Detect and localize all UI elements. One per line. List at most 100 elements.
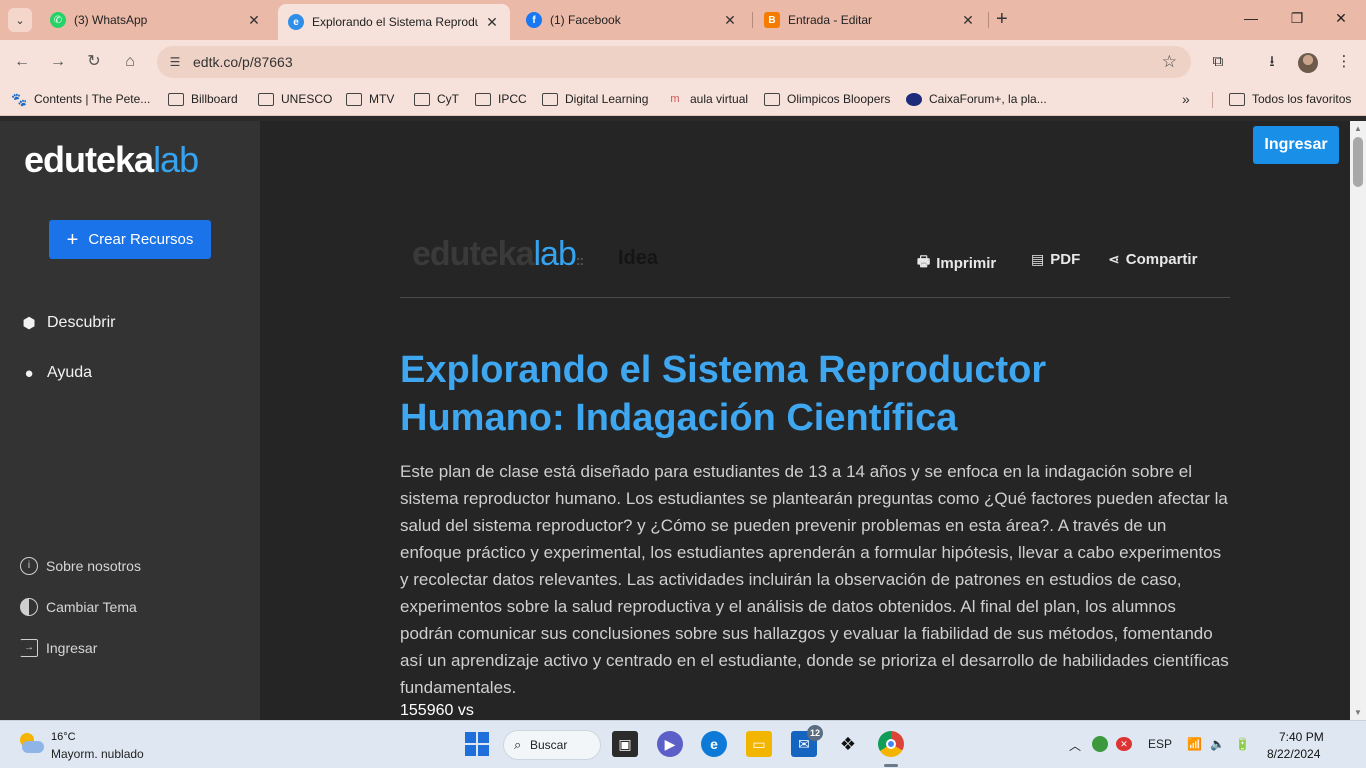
bookmark-item[interactable]: CaixaForum+, la pla... — [906, 92, 1047, 106]
scrollbar-thumb[interactable] — [1353, 137, 1363, 187]
tray-overflow-icon[interactable]: ︿ — [1069, 737, 1081, 754]
close-tab-icon[interactable]: ✕ — [722, 12, 738, 29]
bookmarks-overflow-icon[interactable]: » — [1182, 91, 1190, 107]
battery-icon[interactable]: 🔋 — [1235, 737, 1250, 751]
address-bar[interactable]: ☰ edtk.co/p/87663 ☆ — [157, 46, 1191, 78]
login-button[interactable]: Ingresar — [1253, 126, 1339, 164]
section-label: Idea — [618, 247, 659, 269]
tab-title: Explorando el Sistema Reproductor — [312, 15, 478, 29]
bookmark-label: Todos los favoritos — [1252, 92, 1352, 106]
close-window-button[interactable]: ✕ — [1331, 10, 1351, 27]
forward-button[interactable]: → — [48, 52, 68, 72]
bookmark-folder[interactable]: IPCC — [475, 92, 527, 106]
blogger-icon: B — [764, 12, 780, 28]
bookmark-label: IPCC — [498, 92, 527, 106]
sidebar-item-label: Sobre nosotros — [46, 558, 141, 574]
sidebar-item-cambiar-tema[interactable]: Cambiar Tema — [20, 598, 137, 616]
action-label: Imprimir — [936, 254, 997, 272]
sidebar-item-ayuda[interactable]: ● Ayuda — [20, 364, 92, 382]
search-label: Buscar — [530, 738, 568, 752]
bookmark-folder[interactable]: Billboard — [168, 92, 238, 106]
windows-taskbar: 16°C Mayorm. nublado ⌕ Buscar ▣ ▶ e ▭ ✉ 1… — [0, 720, 1366, 768]
bookmark-star-icon[interactable]: ☆ — [1162, 52, 1177, 72]
share-button[interactable]: ⋖ Compartir — [1108, 251, 1197, 268]
sidebar-item-label: Ingresar — [46, 640, 98, 656]
close-tab-icon[interactable]: ✕ — [484, 14, 500, 31]
scroll-down-arrow-icon[interactable]: ▼ — [1354, 708, 1362, 717]
tray-app-icon[interactable] — [1092, 736, 1108, 752]
lightbulb-icon: ● — [24, 364, 34, 382]
browser-tab-bar: ⌄ ✆ (3) WhatsApp ✕ e Explorando el Siste… — [0, 0, 1366, 40]
bookmark-folder[interactable]: Digital Learning — [542, 92, 648, 106]
bookmarks-separator — [1212, 92, 1213, 108]
new-tab-button[interactable]: + — [996, 9, 1008, 29]
bookmark-item[interactable]: m aula virtual — [667, 92, 748, 106]
scroll-up-arrow-icon[interactable]: ▲ — [1354, 124, 1362, 133]
edge-browser-icon[interactable]: e — [701, 731, 727, 757]
taskbar-search-button[interactable]: ⌕ Buscar — [503, 730, 601, 760]
url-text[interactable]: edtk.co/p/87663 — [193, 54, 293, 70]
tab-facebook[interactable]: f (1) Facebook ✕ — [516, 6, 748, 34]
downloads-icon[interactable]: ⭳ — [1262, 52, 1282, 72]
site-info-icon[interactable]: ☰ — [167, 54, 183, 70]
weather-description[interactable]: Mayorm. nublado — [51, 747, 144, 761]
profile-avatar[interactable] — [1298, 53, 1318, 73]
weather-cloudy-icon[interactable] — [18, 733, 44, 755]
windows-start-icon[interactable] — [464, 731, 490, 757]
logo-text-eduteka: eduteka — [412, 235, 534, 273]
bookmark-folder[interactable]: UNESCO — [258, 92, 332, 106]
clock-date[interactable]: 8/22/2024 — [1267, 747, 1320, 761]
bookmark-label: UNESCO — [281, 92, 333, 106]
page-scrollbar[interactable]: ▲ ▼ — [1350, 121, 1366, 720]
pdf-button[interactable]: ▤ PDF — [1031, 251, 1080, 268]
close-tab-icon[interactable]: ✕ — [246, 12, 262, 29]
sidebar-item-descubrir[interactable]: ⬢ Descubrir — [20, 314, 115, 332]
folder-icon — [346, 92, 362, 106]
bookmark-item[interactable]: 🐾 Contents | The Pete... — [11, 92, 150, 106]
minimize-button[interactable]: — — [1241, 10, 1261, 26]
wifi-icon[interactable]: 📶 — [1187, 737, 1202, 751]
home-button[interactable]: ⌂ — [120, 52, 140, 72]
clock-time[interactable]: 7:40 PM — [1279, 730, 1324, 744]
bookmark-label: Digital Learning — [565, 92, 649, 106]
bookmark-folder[interactable]: Olimpicos Bloopers — [764, 92, 890, 106]
edutekalab-idea-logo: edutekalab:: — [412, 235, 584, 274]
all-bookmarks-folder[interactable]: Todos los favoritos — [1229, 92, 1351, 106]
edutekalab-logo[interactable]: edutekalab — [24, 139, 199, 181]
teams-chat-icon[interactable]: ▶ — [657, 731, 683, 757]
print-button[interactable]: 🖶 Imprimir — [917, 251, 996, 275]
back-button[interactable]: ← — [12, 52, 32, 72]
page-title: Explorando el Sistema Reproductor Humano… — [400, 349, 1047, 439]
content-header: edutekalab:: Idea 🖶 Imprimir ▤ PDF ⋖ Com… — [400, 231, 1230, 298]
extensions-icon[interactable]: ⧉ — [1208, 52, 1228, 72]
mail-badge: 12 — [806, 725, 823, 741]
tab-blogger[interactable]: B Entrada - Editar ✕ — [754, 6, 986, 34]
mail-icon[interactable]: ✉ 12 — [791, 725, 823, 757]
action-label: PDF — [1050, 251, 1081, 268]
weather-temperature[interactable]: 16°C — [51, 731, 76, 743]
tab-whatsapp[interactable]: ✆ (3) WhatsApp ✕ — [40, 6, 272, 34]
tab-title: Entrada - Editar — [788, 13, 873, 27]
sidebar-item-ingresar[interactable]: → Ingresar — [20, 639, 97, 657]
bookmark-folder[interactable]: MTV — [346, 92, 394, 106]
dropbox-icon[interactable]: ❖ — [835, 731, 861, 757]
bookmark-label: Olimpicos Bloopers — [787, 92, 891, 106]
close-tab-icon[interactable]: ✕ — [960, 12, 976, 29]
tab-search-button[interactable]: ⌄ — [8, 8, 32, 32]
file-explorer-icon[interactable]: ▭ — [746, 731, 772, 757]
chrome-browser-icon[interactable] — [878, 731, 904, 757]
tab-explorando[interactable]: e Explorando el Sistema Reproductor ✕ — [278, 4, 510, 40]
task-view-icon[interactable]: ▣ — [612, 731, 638, 757]
tray-network-alert-icon[interactable]: ✕ — [1116, 737, 1132, 751]
volume-icon[interactable]: 🔈 — [1210, 737, 1225, 751]
bookmark-folder[interactable]: CyT — [414, 92, 459, 106]
reload-button[interactable]: ↻ — [84, 52, 104, 72]
cube-icon: ⬢ — [22, 315, 36, 332]
restore-button[interactable]: ❐ — [1287, 10, 1307, 27]
create-resources-button[interactable]: + Crear Recursos — [49, 220, 211, 259]
menu-kebab-icon[interactable]: ⋮ — [1334, 52, 1354, 72]
tab-separator — [752, 12, 753, 28]
sidebar-item-sobre-nosotros[interactable]: i Sobre nosotros — [20, 557, 141, 575]
language-indicator[interactable]: ESP — [1148, 737, 1172, 751]
bookmarks-bar: 🐾 Contents | The Pete... Billboard UNESCO… — [0, 84, 1366, 116]
